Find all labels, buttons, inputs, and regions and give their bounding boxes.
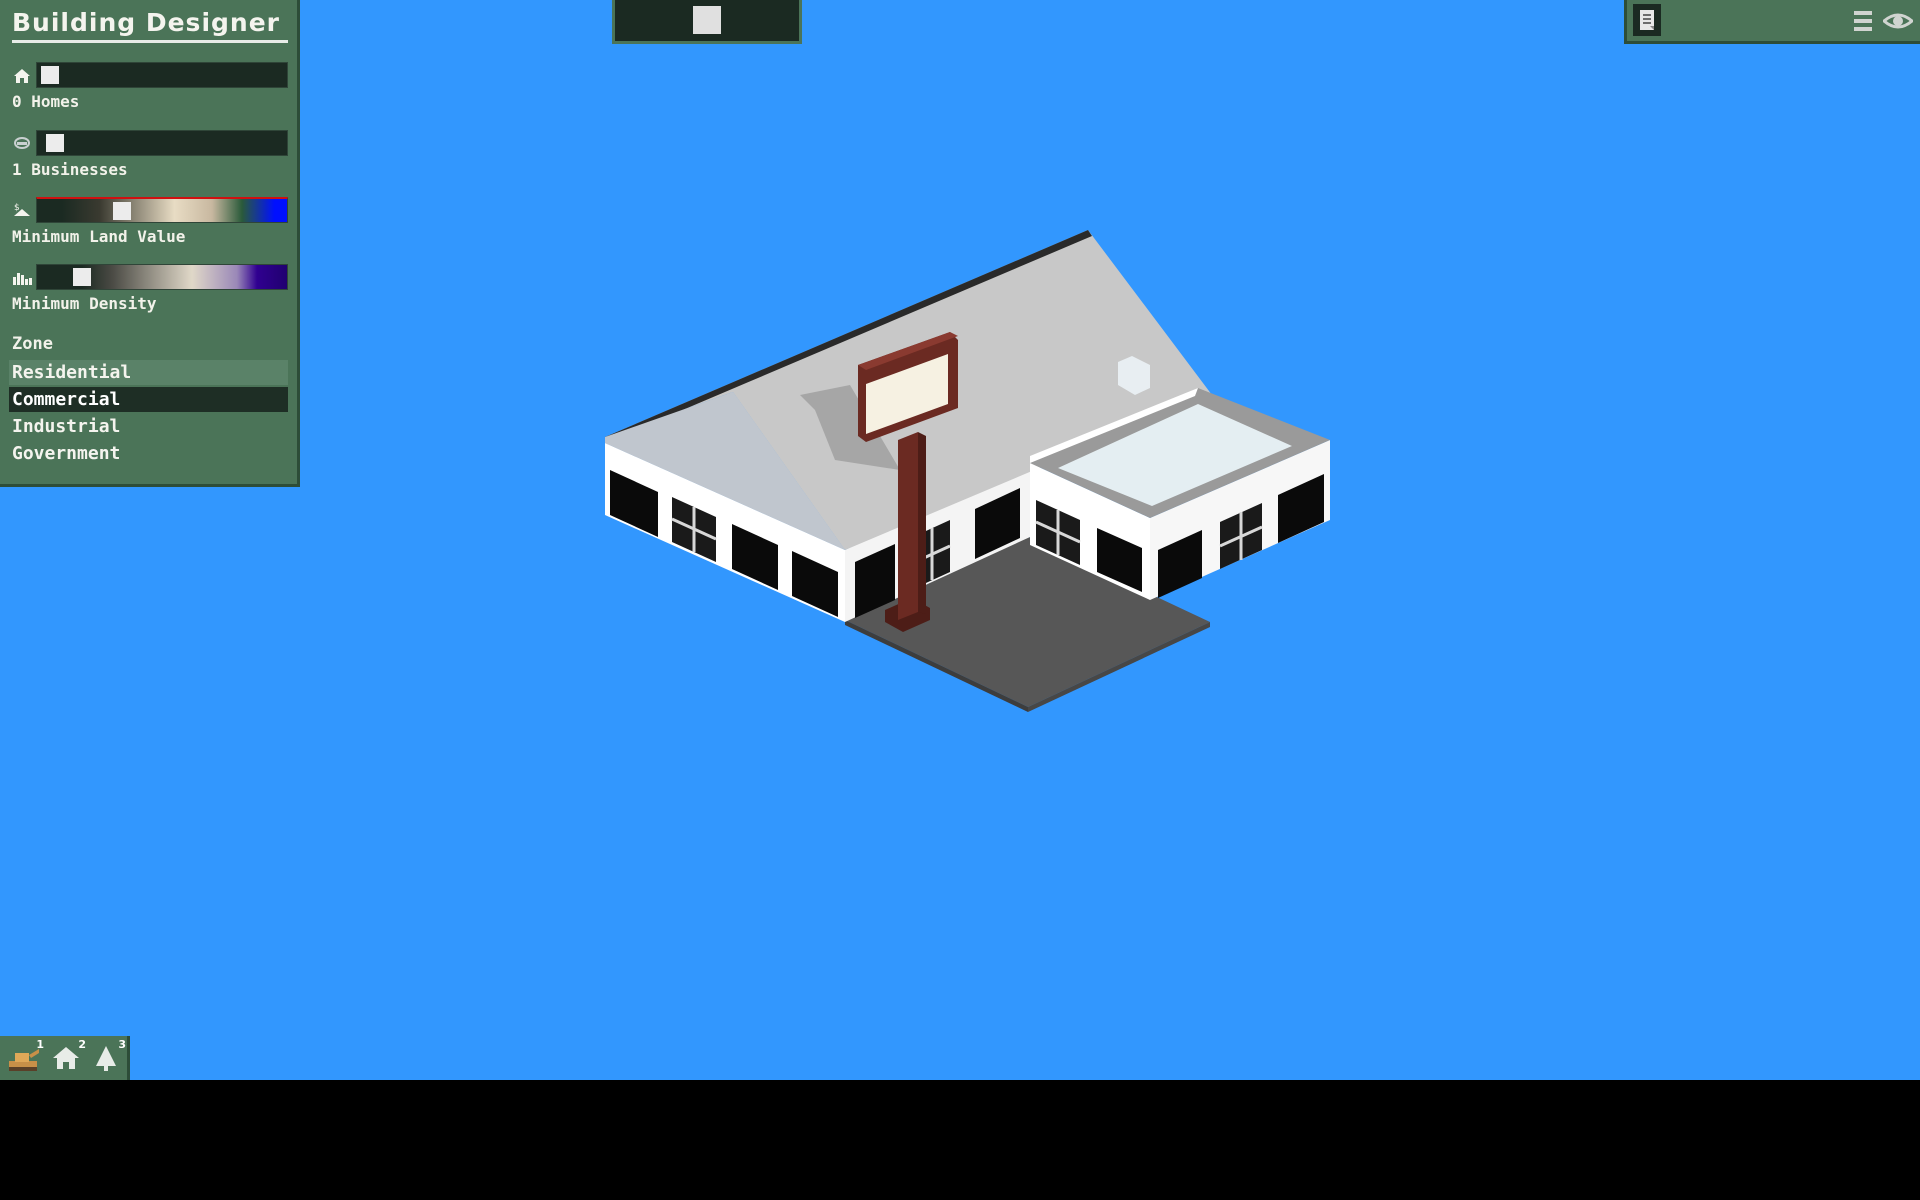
land-value-slider-thumb[interactable] [113,202,132,220]
top-center-slider-thumb[interactable] [693,6,721,34]
density-slider-thumb[interactable] [72,268,91,286]
density-label: Minimum Density [12,294,157,313]
land-value-icon: $ [10,198,34,222]
tool-number: 2 [78,1038,86,1051]
home-icon [10,64,34,88]
bulldozer-tool-button[interactable]: 1 [6,1038,44,1076]
eye-icon[interactable] [1881,9,1915,33]
tree-tool-button[interactable]: 3 [88,1038,126,1076]
business-icon [10,131,34,155]
document-icon[interactable] [1633,4,1661,36]
house-icon [53,1047,79,1069]
density-icon [10,265,34,289]
menu-icon[interactable] [1853,9,1875,33]
tree-icon [96,1046,116,1071]
homes-slider[interactable] [36,62,288,88]
zone-residential[interactable]: Residential [9,360,288,385]
land-value-label: Minimum Land Value [12,227,186,246]
land-value-slider[interactable] [36,197,288,223]
tool-number: 1 [36,1038,44,1051]
top-right-bar [1624,0,1920,44]
zone-government[interactable]: Government [9,441,288,466]
businesses-slider-thumb[interactable] [45,134,64,152]
homes-label: 0 Homes [12,92,80,111]
building-designer-panel: Building Designer 0 Homes 1 Businesses $… [0,0,300,487]
top-center-slider[interactable] [612,0,802,44]
house-tool-button[interactable]: 2 [48,1038,86,1076]
zone-heading: Zone [12,334,53,354]
homes-slider-thumb[interactable] [41,66,59,84]
zone-industrial[interactable]: Industrial [9,414,288,439]
tool-number: 3 [118,1038,126,1051]
svg-text:$: $ [14,203,20,213]
businesses-label: 1 Businesses [12,160,128,179]
tool-bar: 1 2 3 [0,1036,130,1080]
bottom-black-bar [0,1080,1920,1200]
zone-commercial[interactable]: Commercial [9,387,288,412]
density-slider[interactable] [36,264,288,290]
panel-title: Building Designer [12,8,288,43]
businesses-slider[interactable] [36,130,288,156]
